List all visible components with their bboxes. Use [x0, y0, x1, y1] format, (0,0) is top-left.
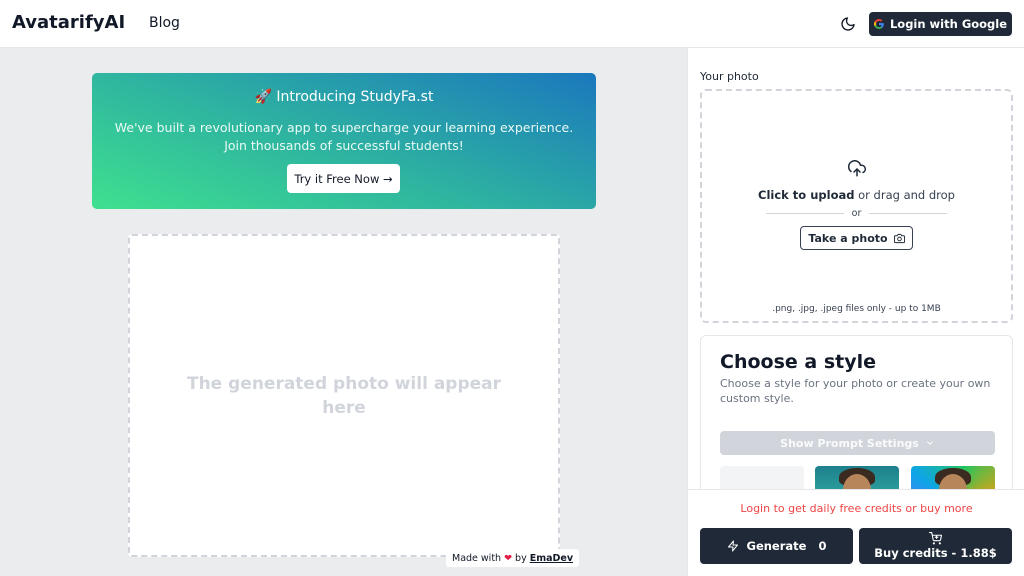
- generate-button[interactable]: Generate 0: [700, 528, 853, 564]
- banner-text-line-2: Join thousands of successful students!: [224, 138, 464, 153]
- banner-title: 🚀 Introducing StudyFa.st: [92, 89, 596, 105]
- rocket-icon: 🚀: [254, 89, 272, 105]
- banner-description: We've built a revolutionary app to super…: [112, 119, 576, 155]
- generate-label: Generate: [746, 539, 807, 553]
- author-link[interactable]: EmaDev: [530, 553, 573, 564]
- take-photo-label: Take a photo: [808, 231, 888, 245]
- cloud-upload-icon: [847, 160, 867, 177]
- choose-style-description: Choose a style for your photo or create …: [720, 377, 991, 405]
- result-placeholder: The generated photo will appear here: [186, 373, 502, 418]
- cart-icon: [929, 532, 942, 545]
- or-text: or: [851, 208, 862, 219]
- nav-blog-link[interactable]: Blog: [149, 15, 180, 31]
- generated-photo-area: The generated photo will appear here: [128, 234, 560, 557]
- app-logo[interactable]: AvatarifyAI: [12, 12, 125, 33]
- generate-credit-count: 0: [818, 539, 827, 553]
- promo-banner: 🚀 Introducing StudyFa.st We've built a r…: [92, 73, 596, 209]
- try-free-button[interactable]: Try it Free Now →: [287, 164, 400, 193]
- buy-credits-button[interactable]: Buy credits - 1.88$: [859, 528, 1012, 564]
- your-photo-label: Your photo: [700, 70, 759, 83]
- moon-icon: [841, 17, 855, 31]
- heart-icon: ❤: [504, 552, 513, 564]
- chevron-down-icon: [926, 441, 933, 445]
- lightning-icon: [727, 540, 738, 552]
- buy-credits-label: Buy credits - 1.88$: [874, 546, 997, 560]
- file-type-note: .png, .jpg, .jpeg files only - up to 1MB: [772, 304, 941, 314]
- google-icon: [873, 19, 884, 29]
- header: AvatarifyAI Blog Login with Google: [0, 0, 1024, 48]
- by-text: by: [515, 552, 527, 564]
- theme-toggle-button[interactable]: [837, 13, 859, 35]
- prompt-settings-label: Show Prompt Settings: [780, 436, 919, 450]
- made-with-text: Made with: [452, 552, 502, 564]
- divider-line: [766, 213, 844, 214]
- banner-title-text: Introducing StudyFa.st: [276, 89, 434, 105]
- login-credits-link[interactable]: Login to get daily free credits or buy m…: [688, 502, 1024, 515]
- login-with-google-button[interactable]: Login with Google: [869, 12, 1012, 36]
- show-prompt-settings-button[interactable]: Show Prompt Settings: [720, 431, 995, 455]
- banner-text-line-1: We've built a revolutionary app to super…: [114, 120, 574, 135]
- or-divider: or: [766, 208, 947, 219]
- action-bar: Login to get daily free credits or buy m…: [688, 489, 1024, 576]
- divider-line: [869, 213, 947, 214]
- upload-dropzone[interactable]: Click to upload or drag and drop or Take…: [700, 89, 1013, 323]
- drag-drop-text: or drag and drop: [858, 188, 955, 202]
- made-with-badge: Made with ❤ by EmaDev: [446, 549, 580, 567]
- style-card: Choose a style Choose a style for your p…: [700, 335, 1013, 515]
- choose-style-title: Choose a style: [720, 351, 876, 373]
- click-to-upload-text[interactable]: Click to upload: [758, 188, 854, 202]
- login-button-label: Login with Google: [889, 17, 1008, 31]
- camera-icon: [893, 233, 905, 243]
- take-photo-button[interactable]: Take a photo: [800, 226, 913, 250]
- upload-instructions: Click to upload or drag and drop: [702, 188, 1011, 202]
- right-panel: Your photo Click to upload or drag and d…: [687, 48, 1024, 576]
